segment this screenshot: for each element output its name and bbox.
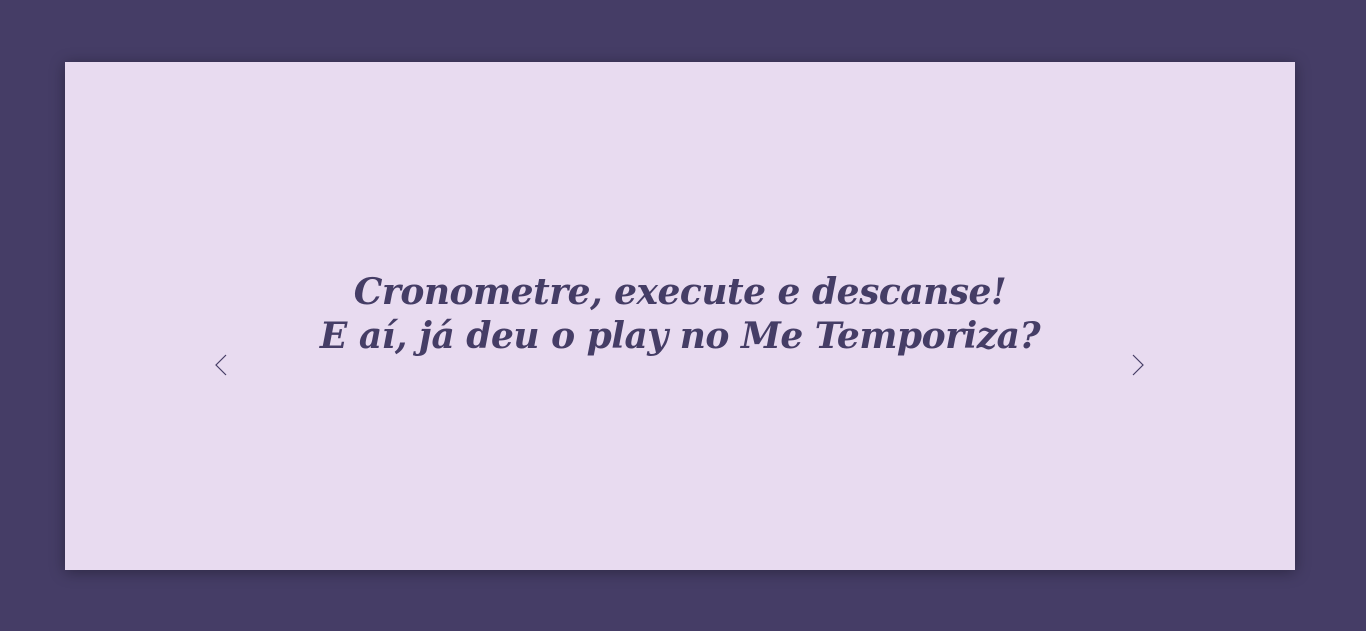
slide-caption-line-2: E aí, já deu o play no Me Temporiza? bbox=[319, 315, 1041, 357]
chevron-right-icon bbox=[1132, 354, 1144, 376]
slide-caption-line-1: Cronometre, execute e descanse! bbox=[353, 271, 1007, 313]
page-background: Cronometre, execute e descanse! E aí, já… bbox=[0, 0, 1366, 631]
carousel-next-button[interactable] bbox=[1126, 353, 1150, 377]
hero-carousel: Cronometre, execute e descanse! E aí, já… bbox=[65, 62, 1295, 570]
carousel-slide-caption: Cronometre, execute e descanse! E aí, já… bbox=[65, 270, 1295, 358]
